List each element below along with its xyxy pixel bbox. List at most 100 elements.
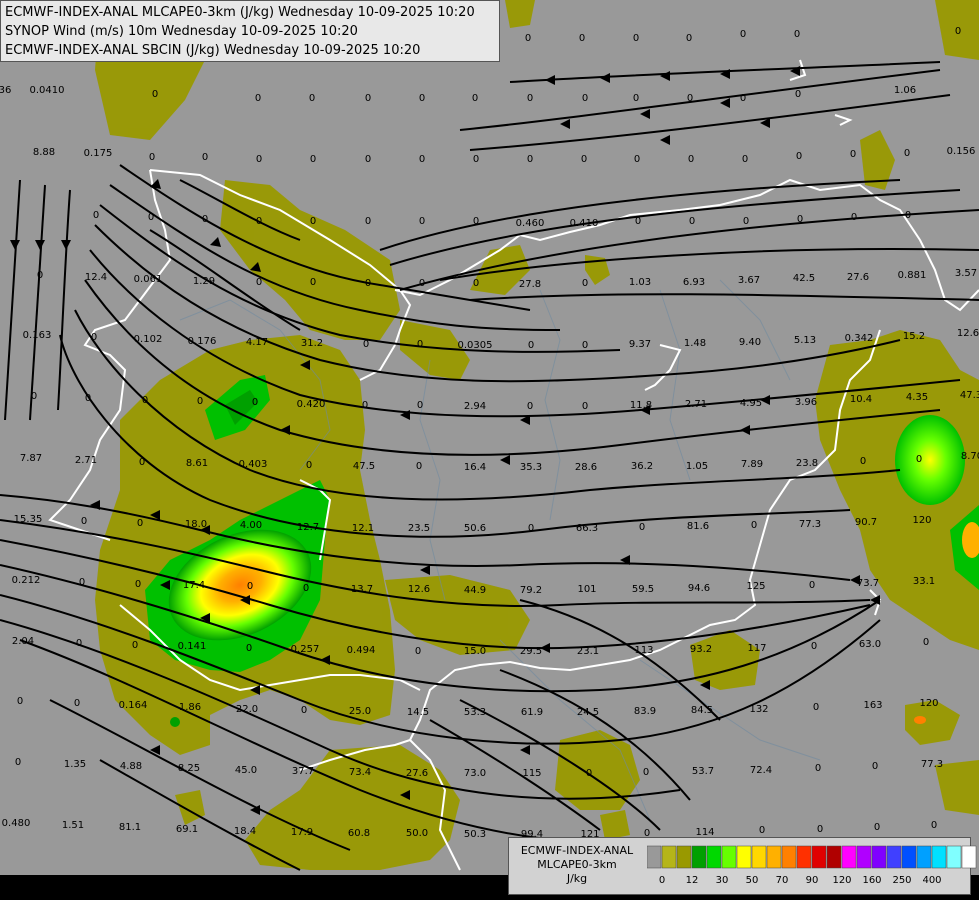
cape-value: 44.9 <box>464 585 486 596</box>
cape-value: 4.17 <box>246 337 268 348</box>
legend-tick-label: 12 <box>685 875 699 886</box>
cape-value: 25.0 <box>349 706 371 717</box>
cape-value: 0 <box>528 523 534 534</box>
cape-value: 60.8 <box>348 828 370 839</box>
cape-value: 0 <box>795 89 801 100</box>
cape-value: 77.3 <box>921 759 943 770</box>
cape-value: 0 <box>473 278 479 289</box>
cape-value: 0 <box>794 29 800 40</box>
cape-value: 0 <box>528 340 534 351</box>
cape-value: 12.1 <box>352 523 374 534</box>
legend-color-bar <box>647 845 977 869</box>
cape-value: 22.0 <box>236 704 258 715</box>
cape-value: 3.96 <box>795 397 817 408</box>
cape-value: 0.212 <box>12 575 41 586</box>
legend-swatch <box>691 845 707 869</box>
legend-swatch <box>721 845 737 869</box>
cape-value: 77.3 <box>799 519 821 530</box>
cape-value: 7.89 <box>741 459 763 470</box>
cape-value: 27.6 <box>847 272 869 283</box>
cape-value: 1.48 <box>684 338 706 349</box>
cape-value: 0 <box>743 216 749 227</box>
cape-value: 14.5 <box>407 707 429 718</box>
cape-value: 53.3 <box>464 707 486 718</box>
cape-value: 0 <box>91 332 97 343</box>
cape-value: 0 <box>472 93 478 104</box>
cape-value: 1.05 <box>686 461 708 472</box>
cape-value: 0 <box>582 340 588 351</box>
cape-value: 9.37 <box>629 339 651 350</box>
cape-value: 0 <box>851 212 857 223</box>
cape-value: 0 <box>809 580 815 591</box>
cape-value: 120 <box>912 515 931 526</box>
legend-ticks: 0 12 30 50 70 90 120 160 250 400 <box>647 875 977 889</box>
cape-value: 13.7 <box>351 584 373 595</box>
cape-value: 1.86 <box>179 702 201 713</box>
cape-value: 23.5 <box>408 523 430 534</box>
cape-value: 0 <box>37 270 43 281</box>
color-legend: ECMWF-INDEX-ANAL MLCAPE0-3km J/kg 0 12 30 5… <box>508 837 977 895</box>
legend-tick-label: 90 <box>805 875 819 886</box>
cape-value: 81.1 <box>119 822 141 833</box>
cape-value: 0 <box>817 824 823 835</box>
legend-tick-label: 160 <box>862 875 882 886</box>
cape-value: 45.0 <box>235 765 257 776</box>
cape-value: 0 <box>643 767 649 778</box>
legend-unit: J/kg <box>566 872 588 885</box>
cape-value: 0 <box>813 702 819 713</box>
legend-tick-label: 70 <box>775 875 789 886</box>
cape-value: 0 <box>473 154 479 165</box>
cape-value: 90.7 <box>855 517 877 528</box>
cape-value: 0 <box>635 216 641 227</box>
cape-value: 10.4 <box>850 394 872 405</box>
cape-value: 0 <box>256 154 262 165</box>
cape-value: 15.35 <box>14 514 43 525</box>
cape-value: 0.061 <box>134 274 163 285</box>
map-title-box: ECMWF-INDEX-ANAL MLCAPE0-3km (J/kg) Wedn… <box>0 0 500 62</box>
cape-value: 23.8 <box>796 458 818 469</box>
cape-value: 0 <box>152 89 158 100</box>
cape-value: 3.57 <box>955 268 977 279</box>
cape-value: 94.6 <box>688 583 710 594</box>
cape-value: 8.70 <box>961 451 979 462</box>
cape-value: 0 <box>255 93 261 104</box>
cape-value: 0 <box>310 154 316 165</box>
cape-value: 0 <box>365 93 371 104</box>
cape-value: 115 <box>522 768 541 779</box>
cape-value: 0 <box>416 461 422 472</box>
cape-value: 0 <box>634 154 640 165</box>
cape-value: 23.1 <box>577 646 599 657</box>
legend-tick-label: 30 <box>715 875 729 886</box>
cape-value: 61.9 <box>521 707 543 718</box>
cape-value: 0 <box>139 457 145 468</box>
cape-value: 0 <box>202 152 208 163</box>
cape-value: 0 <box>815 763 821 774</box>
legend-swatch <box>811 845 827 869</box>
cape-value: 8.88 <box>33 147 55 158</box>
cape-value: 12.7 <box>297 522 319 533</box>
cape-value: 0 <box>362 400 368 411</box>
cape-value: 12.6 <box>957 328 979 339</box>
cape-value: 17.9 <box>291 827 313 838</box>
cape-value: 0 <box>76 638 82 649</box>
cape-value: 1.03 <box>629 277 651 288</box>
cape-value: 0 <box>473 216 479 227</box>
title-line-cape: ECMWF-INDEX-ANAL MLCAPE0-3km (J/kg) Wedn… <box>5 5 475 20</box>
cape-value: 0.420 <box>297 399 326 410</box>
cape-value: 11.8 <box>630 400 652 411</box>
cape-value: 24.5 <box>577 707 599 718</box>
cape-value: 0 <box>916 454 922 465</box>
cape-value: 47.5 <box>353 461 375 472</box>
legend-swatch <box>946 845 962 869</box>
cape-value: 0 <box>582 401 588 412</box>
cape-value: 2.94 <box>464 401 486 412</box>
cape-value: 47.3 <box>960 390 979 401</box>
legend-tick-label: 120 <box>832 875 852 886</box>
cape-value: 0 <box>417 339 423 350</box>
cape-value: 0 <box>197 396 203 407</box>
cape-value: 0 <box>527 154 533 165</box>
cape-value: 0.410 <box>570 218 599 229</box>
cape-value: 81.6 <box>687 521 709 532</box>
cape-value: 0 <box>579 33 585 44</box>
cape-value: 0 <box>365 278 371 289</box>
